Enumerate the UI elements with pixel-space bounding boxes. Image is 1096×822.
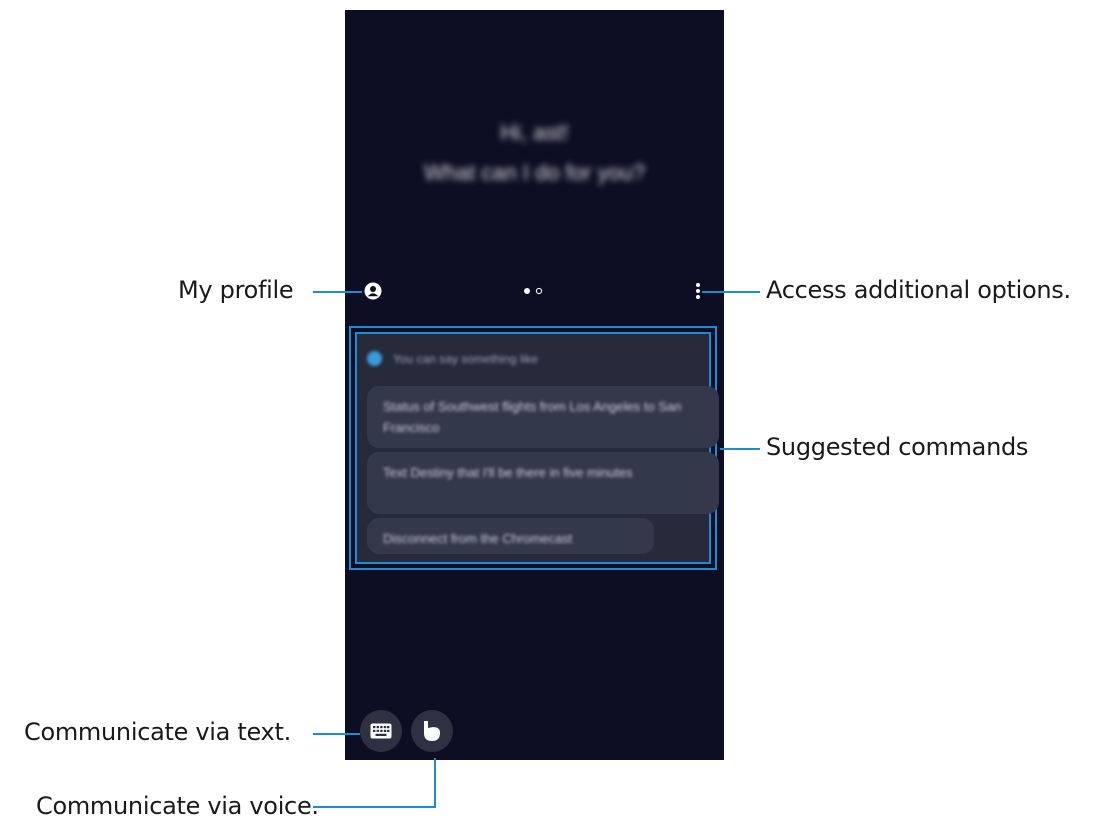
greeting: Hi, ast! What can I do for you? xyxy=(345,113,724,193)
suggested-command[interactable]: Text Destiny that I'll be there in five … xyxy=(367,452,719,514)
callout-line-my-profile xyxy=(313,291,362,293)
voice-input-button[interactable] xyxy=(411,710,453,752)
callout-more-options: Access additional options. xyxy=(766,276,1071,304)
suggestion-hint: You can say something like xyxy=(393,352,538,366)
suggested-command-text: Text Destiny that I'll be there in five … xyxy=(383,465,633,480)
page-indicator xyxy=(524,287,543,295)
suggested-commands-highlight: You can say something like Status of Sou… xyxy=(349,326,719,570)
text-input-button[interactable] xyxy=(360,710,402,752)
callout-voice: Communicate via voice. xyxy=(36,792,319,820)
callout-line-suggested-commands xyxy=(720,448,760,450)
suggested-command-text: Disconnect from the Chromecast xyxy=(383,531,573,546)
callout-line-more-options xyxy=(702,291,760,293)
more-options-icon[interactable] xyxy=(695,282,701,300)
suggested-command-text: Status of Southwest flights from Los Ang… xyxy=(383,399,682,435)
callout-line-text xyxy=(313,733,360,735)
suggested-command[interactable]: Disconnect from the Chromecast xyxy=(367,518,654,554)
callout-my-profile: My profile xyxy=(178,276,294,304)
bixby-voice-icon xyxy=(424,721,440,741)
bixby-logo-icon xyxy=(367,351,382,366)
keyboard-icon xyxy=(370,723,392,739)
suggested-commands-card: You can say something like Status of Sou… xyxy=(355,332,719,564)
callout-line-voice-v xyxy=(434,758,436,808)
greeting-line-2: What can I do for you? xyxy=(423,160,646,185)
profile-icon[interactable] xyxy=(364,282,382,300)
bixby-home-screen: Hi, ast! What can I do for you? You can … xyxy=(345,10,724,760)
suggestion-header: You can say something like xyxy=(367,351,687,367)
callout-suggested-commands: Suggested commands xyxy=(766,433,1029,461)
callout-text: Communicate via text. xyxy=(24,718,291,746)
greeting-line-1: Hi, ast! xyxy=(500,120,569,145)
suggested-command[interactable]: Status of Southwest flights from Los Ang… xyxy=(367,386,719,448)
callout-line-voice-h xyxy=(313,806,436,808)
